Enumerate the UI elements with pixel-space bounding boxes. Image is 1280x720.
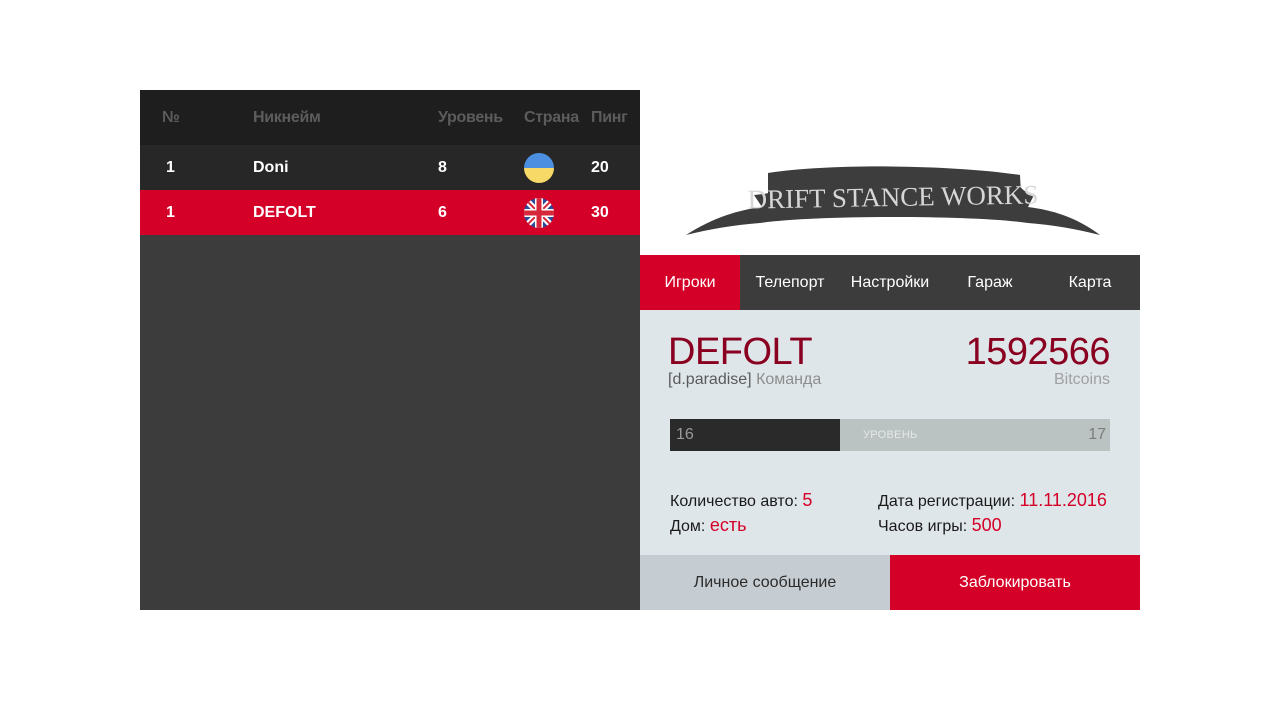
stat-hours: Часов игры: 500 xyxy=(878,515,1002,536)
player-nickname: DEFOLT xyxy=(253,204,316,221)
stat-hours-label: Часов игры: xyxy=(878,518,968,535)
players-table-header: № Никнейм Уровень Страна Пинг xyxy=(140,90,640,145)
menu-tabs: Игроки Телепорт Настройки Гараж Карта xyxy=(640,255,1140,310)
team-label: Команда xyxy=(756,371,822,388)
level-current: 16 xyxy=(676,426,694,443)
logo-text: DRIFT STANCE WORKS xyxy=(747,179,1038,214)
profile-money: 1592566 xyxy=(965,331,1111,373)
player-row-selected[interactable]: 1 DEFOLT 6 30 xyxy=(140,190,640,235)
block-player-button[interactable]: Заблокировать xyxy=(890,555,1140,610)
player-row[interactable]: 1 Doni 8 20 xyxy=(140,145,640,190)
stat-house: Дом: есть xyxy=(670,515,746,536)
profile-team: [d.paradise] Команда xyxy=(668,371,821,389)
uk-flag-icon xyxy=(524,198,554,228)
stat-registration: Дата регистрации: 11.11.2016 xyxy=(878,490,1107,511)
player-level: 8 xyxy=(438,159,447,176)
stat-cars: Количество авто: 5 xyxy=(670,490,812,511)
level-next: 17 xyxy=(1088,426,1106,443)
tab-settings[interactable]: Настройки xyxy=(840,255,940,310)
tab-garage[interactable]: Гараж xyxy=(940,255,1040,310)
players-list: № Никнейм Уровень Страна Пинг 1 Doni 8 2… xyxy=(140,90,640,610)
column-nickname[interactable]: Никнейм xyxy=(253,90,321,145)
level-progress-fill xyxy=(670,419,840,451)
profile-name: DEFOLT xyxy=(668,331,813,373)
player-number: 1 xyxy=(166,204,175,221)
player-ping: 30 xyxy=(591,204,609,221)
team-tag: [d.paradise] xyxy=(668,371,752,388)
player-level: 6 xyxy=(438,204,447,221)
stat-cars-label: Количество авто: xyxy=(670,493,798,510)
stat-hours-value: 500 xyxy=(971,515,1002,535)
column-ping[interactable]: Пинг xyxy=(591,90,628,145)
player-number: 1 xyxy=(166,159,175,176)
tab-teleport[interactable]: Телепорт xyxy=(740,255,840,310)
level-label: УРОВЕНЬ xyxy=(863,429,918,441)
player-profile: DEFOLT [d.paradise] Команда 1592566 Bitc… xyxy=(640,310,1140,555)
player-ping: 20 xyxy=(591,159,609,176)
column-level[interactable]: Уровень xyxy=(438,90,503,145)
stat-registration-label: Дата регистрации: xyxy=(878,493,1016,510)
stat-house-value: есть xyxy=(709,515,747,535)
drift-stance-works-logo: DRIFT STANCE WORKS xyxy=(686,166,1100,235)
player-nickname: Doni xyxy=(253,159,289,176)
tab-players[interactable]: Игроки xyxy=(640,255,740,310)
column-country[interactable]: Страна xyxy=(524,90,579,145)
stat-registration-value: 11.11.2016 xyxy=(1019,490,1107,510)
level-progress-bar: 16 УРОВЕНЬ 17 xyxy=(670,419,1110,451)
stat-house-label: Дом: xyxy=(670,518,706,535)
private-message-button[interactable]: Личное сообщение xyxy=(640,555,890,610)
currency-label: Bitcoins xyxy=(1053,371,1110,388)
tab-map[interactable]: Карта xyxy=(1040,255,1140,310)
stat-cars-value: 5 xyxy=(802,490,813,510)
column-number[interactable]: № xyxy=(162,90,180,145)
ukraine-flag-icon xyxy=(524,153,554,183)
